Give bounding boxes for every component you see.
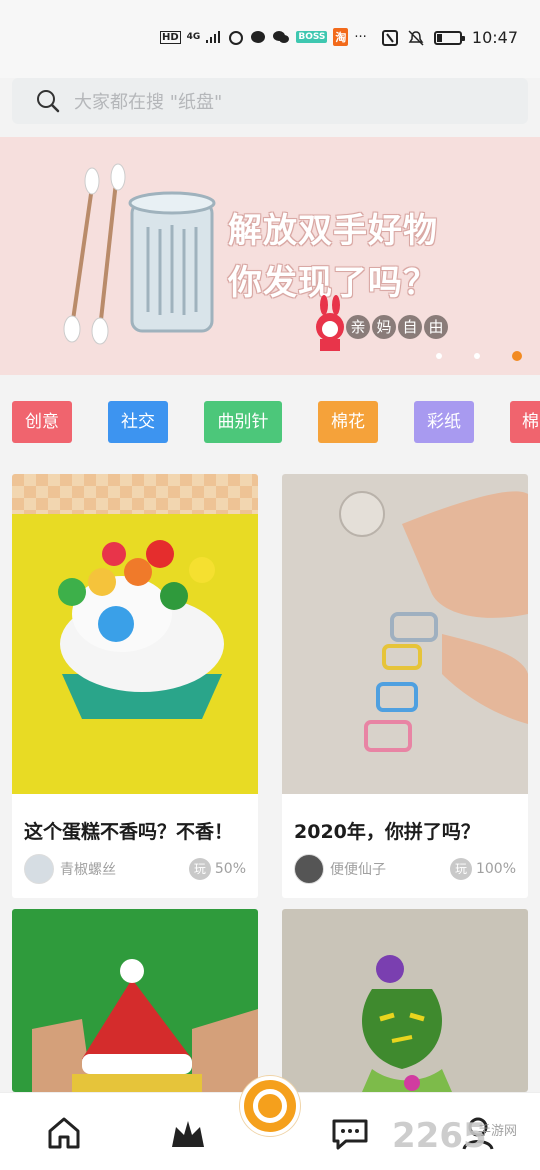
tag-mianhua[interactable]: 棉花 bbox=[318, 401, 378, 443]
battery-icon bbox=[433, 30, 465, 45]
wechat-icon bbox=[273, 31, 290, 43]
camera-button[interactable] bbox=[240, 1076, 300, 1136]
taobao-app-icon: 淘 bbox=[333, 28, 349, 46]
search-placeholder: 大家都在搜 "纸盘" bbox=[74, 92, 223, 113]
category-tags: 创意 社交 曲别针 棉花 彩纸 棉 bbox=[12, 401, 540, 443]
promo-banner[interactable]: 解放双手好物 你发现了吗？ 亲 妈 自 由 bbox=[0, 137, 540, 375]
banner-brand: 亲 妈 自 由 bbox=[346, 315, 448, 339]
tag-label: 棉 bbox=[522, 412, 539, 432]
content-card[interactable]: 这个蛋糕不香吗？不香！ 青椒螺丝 玩 50% bbox=[12, 474, 258, 898]
hd-label: HD bbox=[160, 30, 181, 44]
clock: 10:47 bbox=[471, 28, 518, 47]
status-left: HD 4G BOSS 淘 ··· bbox=[160, 28, 367, 46]
status-bar: HD 4G BOSS 淘 ··· 10:47 bbox=[0, 0, 540, 78]
paperclip-2020-illustration bbox=[282, 474, 528, 794]
mute-bell-icon bbox=[408, 29, 424, 46]
crown-icon[interactable] bbox=[168, 1113, 208, 1153]
card-author[interactable]: 便便仙子 bbox=[330, 859, 450, 879]
content-card[interactable] bbox=[12, 909, 258, 1092]
brand-char: 妈 bbox=[372, 315, 396, 339]
tag-partial[interactable]: 棉 bbox=[510, 401, 540, 443]
carousel-dot[interactable] bbox=[436, 353, 442, 359]
brand-char: 亲 bbox=[346, 315, 370, 339]
carousel-dot-active[interactable] bbox=[512, 351, 522, 361]
content-card[interactable]: 2020年，你拼了吗？ 便便仙子 玩 100% bbox=[282, 474, 528, 898]
avatar[interactable] bbox=[294, 854, 324, 884]
camera-lens-icon bbox=[253, 1089, 287, 1123]
play-count-icon: 玩 bbox=[188, 858, 211, 880]
rabbit-mascot-icon bbox=[316, 295, 344, 351]
tag-shejiao[interactable]: 社交 bbox=[108, 401, 168, 443]
card-percent: 100% bbox=[475, 861, 516, 877]
avatar[interactable] bbox=[24, 854, 54, 884]
watermark-number: 2265 bbox=[392, 1116, 487, 1156]
network-type: 4G bbox=[186, 32, 201, 42]
tag-caizhi[interactable]: 彩纸 bbox=[414, 401, 474, 443]
leaf-figure-illustration bbox=[282, 909, 528, 1092]
card-image-paperclips bbox=[282, 474, 528, 794]
cotton-cake-illustration bbox=[12, 474, 258, 794]
weibo-icon bbox=[229, 31, 244, 45]
search-bar[interactable]: 大家都在搜 "纸盘" bbox=[12, 78, 528, 124]
brand-char: 由 bbox=[424, 315, 448, 339]
tag-label: 彩纸 bbox=[427, 412, 461, 432]
tag-chuangyi[interactable]: 创意 bbox=[12, 401, 72, 443]
watermark-text: 手游网 bbox=[478, 1124, 518, 1139]
tag-qubiezhen[interactable]: 曲别针 bbox=[204, 401, 282, 443]
chat-icon bbox=[251, 31, 266, 43]
card-image-hat bbox=[12, 909, 258, 1092]
santa-hat-illustration bbox=[12, 909, 258, 1092]
card-author[interactable]: 青椒螺丝 bbox=[60, 859, 189, 879]
tag-label: 曲别针 bbox=[217, 412, 269, 432]
card-meta: 青椒螺丝 玩 50% bbox=[24, 854, 246, 884]
card-image-cake bbox=[12, 474, 258, 794]
signal-icon bbox=[206, 31, 221, 43]
boss-app-icon: BOSS bbox=[296, 31, 328, 43]
content-card[interactable] bbox=[282, 909, 528, 1092]
more-notifications: ··· bbox=[354, 29, 367, 45]
card-title: 这个蛋糕不香吗？不香！ bbox=[24, 821, 234, 843]
card-title: 2020年，你拼了吗？ bbox=[294, 821, 480, 843]
tag-label: 创意 bbox=[25, 412, 59, 432]
tag-label: 社交 bbox=[121, 412, 155, 432]
nfc-icon bbox=[381, 29, 398, 46]
carousel-dot[interactable] bbox=[474, 353, 480, 359]
watermark-logo: 2265 手游网 bbox=[392, 1116, 517, 1156]
card-meta: 便便仙子 玩 100% bbox=[294, 854, 516, 884]
tag-label: 棉花 bbox=[331, 412, 365, 432]
message-icon[interactable] bbox=[330, 1113, 370, 1153]
card-image-leaf bbox=[282, 909, 528, 1092]
status-right: 10:47 bbox=[381, 28, 518, 47]
carousel-dots[interactable] bbox=[436, 351, 522, 361]
home-icon[interactable] bbox=[44, 1113, 84, 1153]
search-icon bbox=[37, 90, 60, 113]
banner-title-line1: 解放双手好物 bbox=[228, 211, 438, 251]
play-count-icon: 玩 bbox=[449, 858, 472, 880]
card-percent: 50% bbox=[214, 861, 246, 877]
brand-char: 自 bbox=[398, 315, 422, 339]
